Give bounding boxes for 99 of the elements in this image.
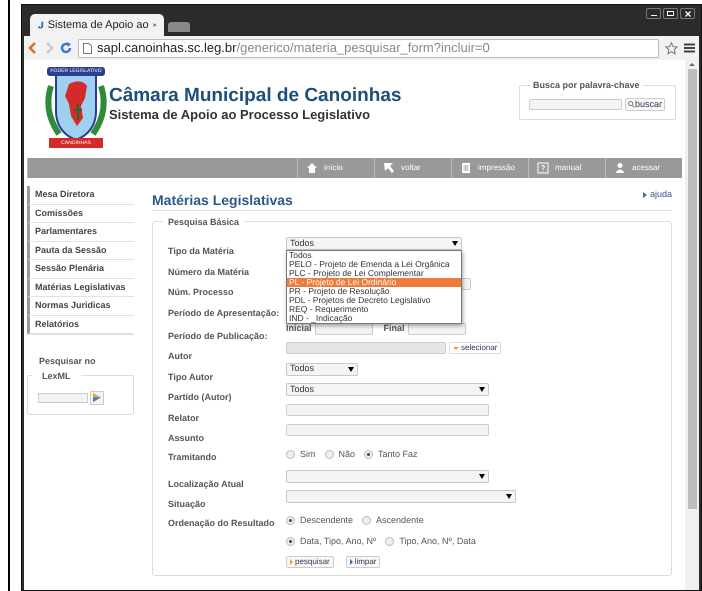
scrollbar-thumb[interactable] <box>688 69 696 509</box>
field-label: Situação <box>168 499 206 509</box>
select-field[interactable]: Todos <box>286 237 462 250</box>
form-button[interactable]: limpar <box>346 556 380 568</box>
select-field[interactable] <box>286 490 516 503</box>
user-icon <box>614 162 626 174</box>
close-button[interactable] <box>680 8 695 19</box>
caret-icon <box>453 346 459 350</box>
text-field[interactable] <box>286 404 489 416</box>
form-button[interactable]: pesquisar <box>286 556 334 568</box>
field-label: Partido (Autor) <box>168 392 232 402</box>
author-field[interactable] <box>286 342 446 354</box>
radio-button[interactable] <box>362 516 372 525</box>
form-legend: Pesquisa Básica <box>163 216 244 230</box>
browser-tab[interactable]: Sistema de Apoio ao <box>30 14 164 36</box>
field-label: Tramitando <box>168 452 217 462</box>
play-icon <box>642 192 647 198</box>
reload-icon[interactable] <box>60 42 72 54</box>
menu-icon[interactable] <box>684 43 695 53</box>
dropdown-option[interactable]: PELO - Projeto de Emenda a Lei Orgânica <box>287 260 461 269</box>
caret-icon <box>479 474 485 478</box>
sidebar-item[interactable]: Sessão Plenária <box>27 260 134 278</box>
dropdown-option[interactable]: REQ - Requerimento <box>287 305 461 314</box>
help-icon <box>537 162 549 174</box>
lexml-search-field[interactable] <box>38 392 88 402</box>
cursor-arrow-icon <box>383 162 395 174</box>
dropdown-option[interactable]: PDL - Projetos de Decreto Legislativo <box>287 296 461 305</box>
caret-icon <box>479 387 485 392</box>
home-icon <box>306 162 318 174</box>
field-label: Tipo da Matéria <box>168 246 234 256</box>
select-author-button[interactable]: selecionar <box>449 342 502 354</box>
document-icon <box>460 162 472 174</box>
play-icon <box>290 558 293 564</box>
radio-label: Não <box>338 448 356 461</box>
address-bar[interactable]: sapl.canoinhas.sc.leg.br/generico/materia_pesquisar_form?incluir=0 <box>78 38 659 58</box>
radio-label: Tipo, Ano, Nº, Data <box>399 534 476 548</box>
site-title: Câmara Municipal de Canoinhas <box>109 85 402 107</box>
sidebar-item[interactable]: Parlamentares <box>27 223 134 242</box>
radio-label: Sim <box>300 448 316 461</box>
go-button[interactable] <box>90 390 104 404</box>
field-label: Relator <box>168 412 200 422</box>
field-label: Período de Publicação: <box>168 331 268 341</box>
close-icon <box>684 10 690 16</box>
select-field[interactable] <box>286 470 489 482</box>
caret-icon <box>506 494 512 499</box>
lexml-title: Pesquisar no <box>39 355 97 368</box>
dropdown-option[interactable]: PR - Projeto de Resolução <box>287 287 461 296</box>
text-field[interactable] <box>286 424 489 436</box>
maximize-button[interactable] <box>663 8 678 19</box>
field-label: Número da Matéria <box>168 266 250 276</box>
dropdown-option[interactable]: PLC - Projeto de Lei Complementar <box>287 269 461 278</box>
play-icon <box>93 393 101 402</box>
site-subtitle: Sistema de Apoio ao Processo Legislativo <box>109 107 372 123</box>
url-text: sapl.canoinhas.sc.leg.br/generico/materia_pesquisar_form?incluir=0 <box>97 39 490 58</box>
radio-button[interactable] <box>286 537 295 546</box>
sidebar-item[interactable]: Pauta da Sessão <box>27 242 134 260</box>
sidebar-item[interactable]: Normas Juridicas <box>27 297 134 316</box>
radio-button[interactable] <box>385 537 394 546</box>
back-icon[interactable] <box>28 42 38 54</box>
star-icon[interactable] <box>665 42 678 54</box>
page-heading: Matérias Legislativas <box>152 191 293 209</box>
minimize-button[interactable] <box>646 8 661 19</box>
new-tab-button[interactable] <box>168 22 190 32</box>
range-end-label: Final <box>384 322 405 335</box>
field-label: Ordenação do Resultado <box>168 518 275 528</box>
sidebar-item[interactable]: Matérias Legislativas <box>27 278 134 297</box>
tab-title: Sistema de Apoio ao <box>48 18 149 33</box>
dropdown-option[interactable]: Todos <box>287 251 461 260</box>
field-label: Localização Atual <box>168 478 244 488</box>
select-field[interactable]: Todos <box>286 383 489 396</box>
radio-label: Descendente <box>300 514 354 527</box>
radio-label: Tanto Faz <box>378 448 418 461</box>
page-icon <box>83 42 92 54</box>
search-legend: Busca por palavra-chave <box>530 79 643 92</box>
search-button[interactable]: buscar <box>625 98 666 111</box>
sidebar-item[interactable]: Comissões <box>27 204 134 223</box>
field-label: Período de Apresentação: <box>168 308 280 318</box>
caret-icon <box>348 366 354 372</box>
field-label: Assunto <box>168 433 204 443</box>
sidebar-item[interactable]: Relatórios <box>27 316 134 334</box>
dropdown-option[interactable]: IND - _Indicação <box>287 314 461 323</box>
site-logo-icon <box>38 19 44 31</box>
radio-label: Ascendente <box>376 514 424 527</box>
radio-button[interactable] <box>286 516 295 525</box>
radio-button[interactable] <box>324 450 334 459</box>
field-label: Autor <box>168 351 192 361</box>
radio-label: Data, Tipo, Ano, Nº <box>300 534 376 548</box>
field-label: Tipo Autor <box>168 372 213 382</box>
search-icon <box>628 101 635 108</box>
play-icon <box>350 558 353 564</box>
select-field[interactable]: Todos <box>286 362 358 376</box>
search-field[interactable] <box>529 99 622 110</box>
close-icon[interactable] <box>152 22 156 28</box>
field-label: Núm. Processo <box>168 287 234 297</box>
sidebar-item[interactable]: Mesa Diretora <box>27 186 134 204</box>
help-link[interactable]: ajuda <box>642 188 672 202</box>
radio-button[interactable] <box>286 450 295 459</box>
range-start-label: Inicial <box>286 322 312 335</box>
radio-button[interactable] <box>364 450 374 459</box>
